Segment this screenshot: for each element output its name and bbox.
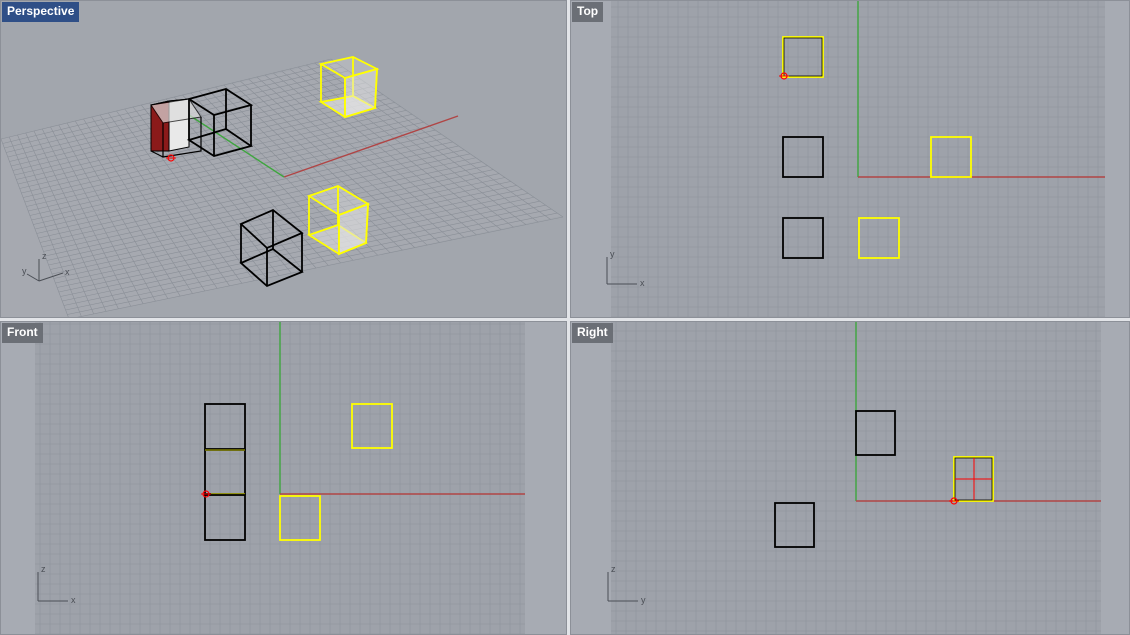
top-axis-a: y [610, 249, 615, 259]
top-canvas[interactable]: y x [571, 1, 1130, 318]
viewport-splitter-horizontal[interactable] [0, 318, 1130, 321]
right-axis-b: y [641, 595, 646, 605]
right-canvas[interactable]: z y [571, 322, 1130, 635]
viewport-title-top[interactable]: Top [572, 2, 604, 22]
viewport-right[interactable]: z y Right [570, 321, 1130, 635]
viewport-front[interactable]: z x Front [0, 321, 567, 635]
perspective-axis-b: y [22, 266, 27, 276]
viewport-perspective[interactable]: z y x Perspective [0, 0, 567, 318]
viewport-title-right[interactable]: Right [572, 323, 613, 343]
top-axis-b: x [640, 278, 645, 288]
perspective-canvas[interactable]: z y x [1, 1, 567, 318]
rhino-viewports: z y x Perspective y x Top z x Front z y … [0, 0, 1130, 635]
viewport-title-front[interactable]: Front [2, 323, 43, 343]
viewport-top[interactable]: y x Top [570, 0, 1130, 318]
front-axis-b: x [71, 595, 76, 605]
right-axis-a: z [611, 564, 616, 574]
perspective-axis-a: z [42, 251, 47, 261]
perspective-axis-c: x [65, 267, 70, 277]
viewport-title-perspective[interactable]: Perspective [2, 2, 80, 22]
front-canvas[interactable]: z x [1, 322, 567, 635]
front-axis-a: z [41, 564, 46, 574]
